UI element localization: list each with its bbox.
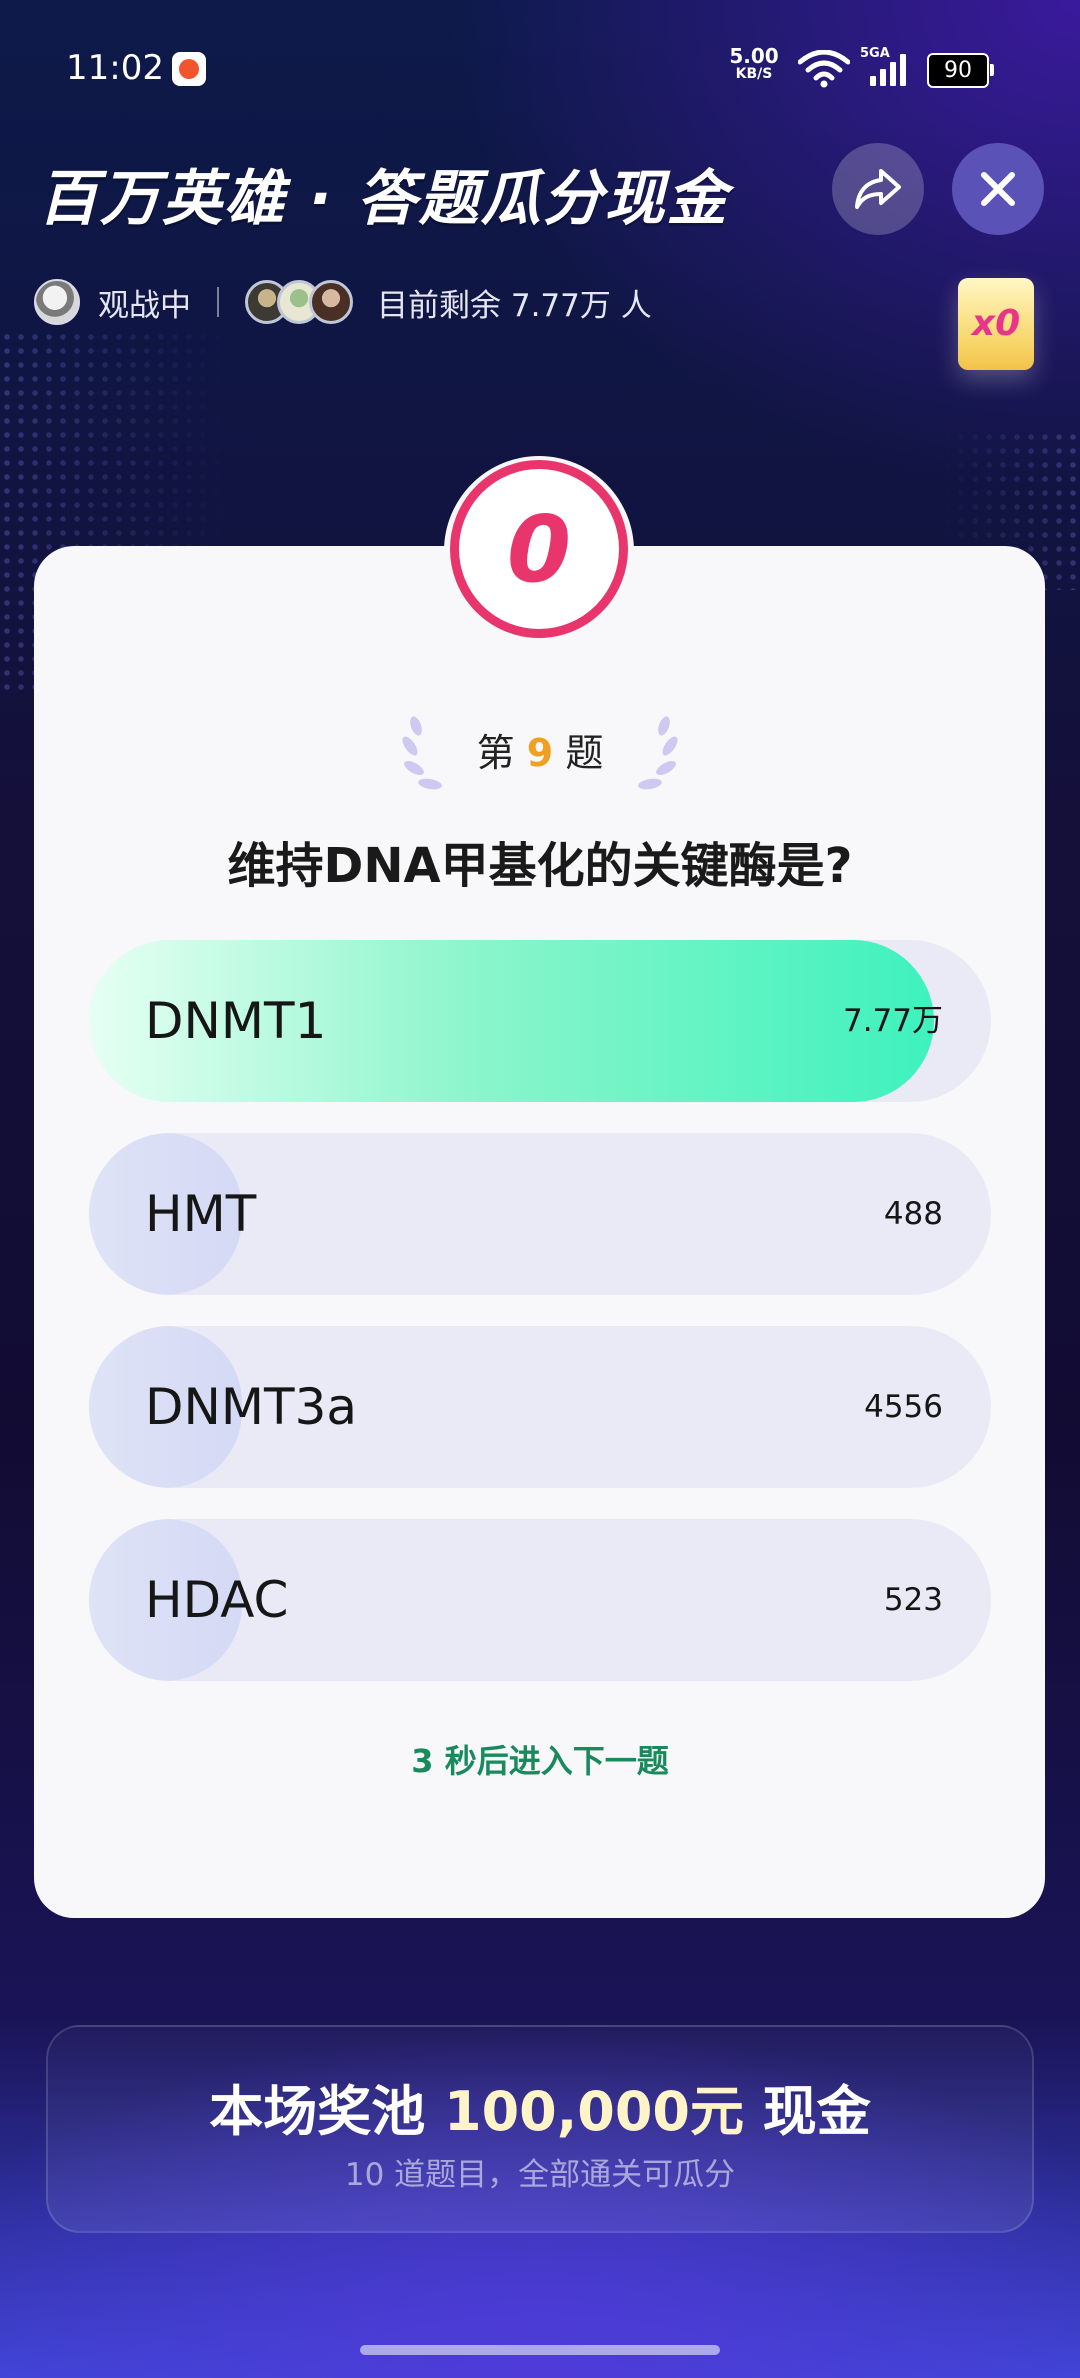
page-title: 百万英雄 · 答题瓜分现金	[38, 164, 729, 234]
close-button[interactable]	[952, 143, 1044, 235]
countdown-text: 3 秒后进入下一题	[411, 1742, 669, 1780]
answer-count: 7.77万	[842, 1003, 943, 1039]
share-icon	[855, 169, 901, 209]
question-number: 第 9 题	[0, 722, 1080, 777]
watching-label: 观战中	[98, 287, 191, 324]
answer-label: DNMT3a	[145, 1378, 358, 1436]
question-prefix: 第	[476, 731, 515, 775]
prize-amount: 100,000元	[444, 2080, 744, 2143]
status-bar: 11:02 5.00 KB/S 5GA 90	[0, 0, 1080, 130]
prize-prefix: 本场奖池	[209, 2080, 426, 2143]
question-suffix: 题	[565, 731, 604, 775]
avatar-stack	[245, 280, 353, 324]
answer-option[interactable]: DNMT3a 4556	[89, 1326, 991, 1488]
answer-count: 4556	[864, 1389, 943, 1425]
answer-option[interactable]: HDAC 523	[89, 1519, 991, 1681]
answer-count: 488	[883, 1196, 943, 1232]
answer-count: 523	[883, 1582, 943, 1618]
prize-subtitle: 10 道题目，全部通关可瓜分	[344, 2157, 736, 2193]
prize-pool-banner: 本场奖池 100,000元 现金 10 道题目，全部通关可瓜分	[46, 2025, 1034, 2233]
answer-option[interactable]: HMT 488	[89, 1133, 991, 1295]
question-index: 9	[526, 731, 554, 775]
remaining-players: 目前剩余 7.77万 人	[377, 287, 652, 324]
answer-label: HDAC	[145, 1571, 289, 1629]
avatar	[309, 280, 353, 324]
prize-suffix: 现金	[762, 2080, 871, 2143]
wifi-icon	[798, 50, 850, 88]
viewer-info: 观战中 目前剩余 7.77万 人	[34, 278, 652, 326]
network-speed: 5.00 KB/S	[725, 46, 783, 83]
avatar	[34, 279, 80, 325]
signal-icon	[870, 52, 912, 86]
share-button[interactable]	[832, 143, 924, 235]
answer-label: HMT	[145, 1185, 257, 1243]
battery-indicator: 90	[927, 53, 994, 88]
home-indicator[interactable]	[360, 2345, 720, 2355]
score-badge: 0	[450, 460, 628, 638]
app-notification-icon	[172, 52, 206, 86]
answer-option[interactable]: DNMT1 7.77万	[89, 940, 991, 1102]
divider	[217, 287, 219, 317]
answer-label: DNMT1	[145, 992, 327, 1050]
status-time: 11:02	[66, 48, 164, 88]
revive-card-count[interactable]: x0	[958, 278, 1034, 370]
question-text: 维持DNA甲基化的关键酶是?	[227, 838, 853, 894]
close-icon	[981, 172, 1015, 206]
prize-pool-title: 本场奖池 100,000元 现金	[48, 2067, 1032, 2146]
